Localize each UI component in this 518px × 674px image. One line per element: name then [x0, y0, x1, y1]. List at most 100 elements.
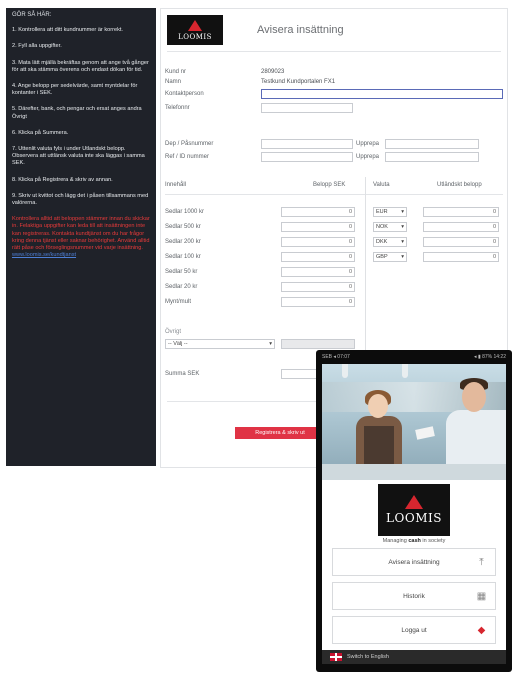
ref-number-repeat-input[interactable] [385, 152, 479, 162]
notify-deposit-button[interactable]: Avisera insättning ⤒ [332, 548, 496, 576]
currency-value: DKK [376, 239, 388, 245]
denomination-amount-input[interactable]: 0 [281, 237, 355, 247]
instructions-title: GÖR SÅ HÄR: [12, 12, 52, 18]
logo-triangle-icon [405, 495, 423, 509]
phone-status-bar: SEB ◂ 07:07 ◂ ▮ 87% 14:22 [322, 354, 506, 364]
photo-face [462, 382, 486, 412]
currency-value: EUR [376, 209, 388, 215]
denomination-amount-input[interactable]: 0 [281, 297, 355, 307]
tagline-prefix: Managing [382, 538, 409, 544]
currency-value: GBP [376, 254, 388, 260]
customer-name-value: Testkund Kundportalen FX1 [261, 79, 336, 85]
uk-flag-icon [330, 653, 342, 661]
logout-button[interactable]: Logga ut ◆ [332, 616, 496, 644]
column-header-foreign-amount: Utländskt belopp [437, 182, 482, 188]
instruction-step: 5. Därefter, bank, och pengar och ersat … [12, 106, 142, 120]
ref-number-label: Ref / ID nummer [165, 154, 210, 160]
app-logo: LOOMIS [378, 484, 450, 536]
language-label: Switch to English [347, 654, 389, 660]
logo-triangle-icon [188, 19, 202, 31]
status-right: ◂ ▮ 87% 14:22 [474, 354, 506, 360]
screenshot-stage: GÖR SÅ HÄR: 1. Kontrollera att ditt kund… [0, 0, 518, 674]
status-left: SEB ◂ 07:07 [322, 354, 350, 360]
currency-select[interactable]: EUR ▾ [373, 207, 407, 217]
denomination-amount-input[interactable]: 0 [281, 267, 355, 277]
history-button[interactable]: Historik ▦ [332, 582, 496, 610]
warning-text: Kontrollera alltid att beloppen stämmer … [12, 216, 150, 259]
customer-name-label: Namn [165, 79, 182, 85]
upload-icon: ⤒ [479, 557, 484, 568]
photo-card [415, 426, 435, 440]
foreign-amount-input[interactable]: 0 [423, 237, 499, 247]
instruction-step: 2. Fyll alla uppgifter. [12, 43, 62, 50]
photo-face [368, 394, 388, 418]
denomination-label: Sedlar 1000 kr [165, 209, 205, 215]
button-label: Avisera insättning [388, 558, 440, 566]
denomination-label: Sedlar 20 kr [165, 284, 198, 290]
column-header-amount: Belopp SEK [313, 182, 346, 188]
logout-icon: ◆ [477, 625, 486, 636]
ref-number-input[interactable] [261, 152, 353, 162]
phone-label: Telefonnr [165, 105, 190, 111]
page-title: Avisera insättning [257, 24, 344, 36]
denomination-label: Sedlar 500 kr [165, 224, 201, 230]
logo-text: LOOMIS [178, 32, 212, 41]
denomination-amount-input[interactable]: 0 [281, 252, 355, 262]
phone-mockup: SEB ◂ 07:07 ◂ ▮ 87% 14:22 LOOMIS Managin… [316, 350, 512, 672]
divider [167, 51, 501, 52]
button-label: Logga ut [401, 626, 427, 634]
customer-number-value: 2809023 [261, 69, 285, 75]
contact-person-label: Kontaktperson [165, 91, 204, 97]
customer-number-label: Kund nr [165, 69, 187, 75]
denomination-label: Mynt/mult [165, 299, 192, 305]
denomination-label: Sedlar 200 kr [165, 239, 201, 245]
chevron-down-icon: ▾ [401, 239, 404, 245]
other-select[interactable]: -- Välj -- ▾ [165, 339, 275, 349]
photo-counter [322, 464, 506, 480]
chevron-down-icon: ▾ [401, 209, 404, 215]
column-header-content: Innehåll [165, 182, 187, 188]
header-photo [322, 364, 506, 480]
other-select-value: -- Välj -- [168, 341, 188, 347]
currency-select[interactable]: GBP ▾ [373, 252, 407, 262]
tagline-bold: cash [408, 538, 421, 544]
calendar-icon: ▦ [476, 591, 487, 602]
bag-number-repeat-input[interactable] [385, 139, 479, 149]
support-link[interactable]: www.loomis.se/kundtjanst [12, 252, 76, 258]
warning-body: Kontrollera alltid att beloppen stämmer … [12, 216, 150, 252]
column-header-currency: Valuta [373, 182, 390, 188]
instruction-step: 8. Klicka på Registrera & skriv av annan… [12, 176, 113, 183]
denomination-amount-input[interactable]: 0 [281, 282, 355, 292]
app-logo-text: LOOMIS [386, 511, 442, 525]
denomination-amount-input[interactable]: 0 [281, 222, 355, 232]
contact-person-input[interactable] [261, 89, 503, 99]
foreign-amount-input[interactable]: 0 [423, 222, 499, 232]
denomination-label: Sedlar 100 kr [165, 254, 201, 260]
bag-number-label: Dep / Påsnummer [165, 141, 214, 147]
phone-screen: LOOMIS Managing cash in society Avisera … [322, 364, 506, 664]
photo-lamp [342, 364, 348, 378]
divider [165, 194, 503, 195]
instruction-step: 9. Skriv ut kvittot och lägg det i påsen… [12, 192, 149, 207]
sum-label: Summa SEK [165, 371, 200, 377]
instruction-step: 7. Uttenlit valuta fyls i under Utlandsk… [12, 146, 145, 167]
other-label: Övrigt [165, 329, 182, 335]
instruction-step: 3. Mata lätt mjällä bekräftas genom att … [12, 59, 149, 73]
foreign-amount-input[interactable]: 0 [423, 252, 499, 262]
foreign-amount-input[interactable]: 0 [423, 207, 499, 217]
other-amount-input [281, 339, 355, 349]
instruction-step: 1. Kontrollera att ditt kundnummer är ko… [12, 27, 123, 34]
currency-select[interactable]: DKK ▾ [373, 237, 407, 247]
currency-select[interactable]: NOK ▾ [373, 222, 407, 232]
photo-lamp [402, 364, 408, 378]
submit-button[interactable]: Registrera & skriv ut [235, 427, 325, 439]
chevron-down-icon: ▾ [269, 341, 272, 347]
language-switch[interactable]: Switch to English [322, 650, 506, 664]
chevron-down-icon: ▾ [401, 254, 404, 260]
bag-number-input[interactable] [261, 139, 353, 149]
instruction-step: 4. Ange belopp per sedelvärde, samt mynt… [12, 83, 138, 97]
denomination-amount-input[interactable]: 0 [281, 207, 355, 217]
currency-value: NOK [376, 224, 388, 230]
phone-input[interactable] [261, 103, 353, 113]
tagline-suffix: in society [420, 538, 446, 544]
